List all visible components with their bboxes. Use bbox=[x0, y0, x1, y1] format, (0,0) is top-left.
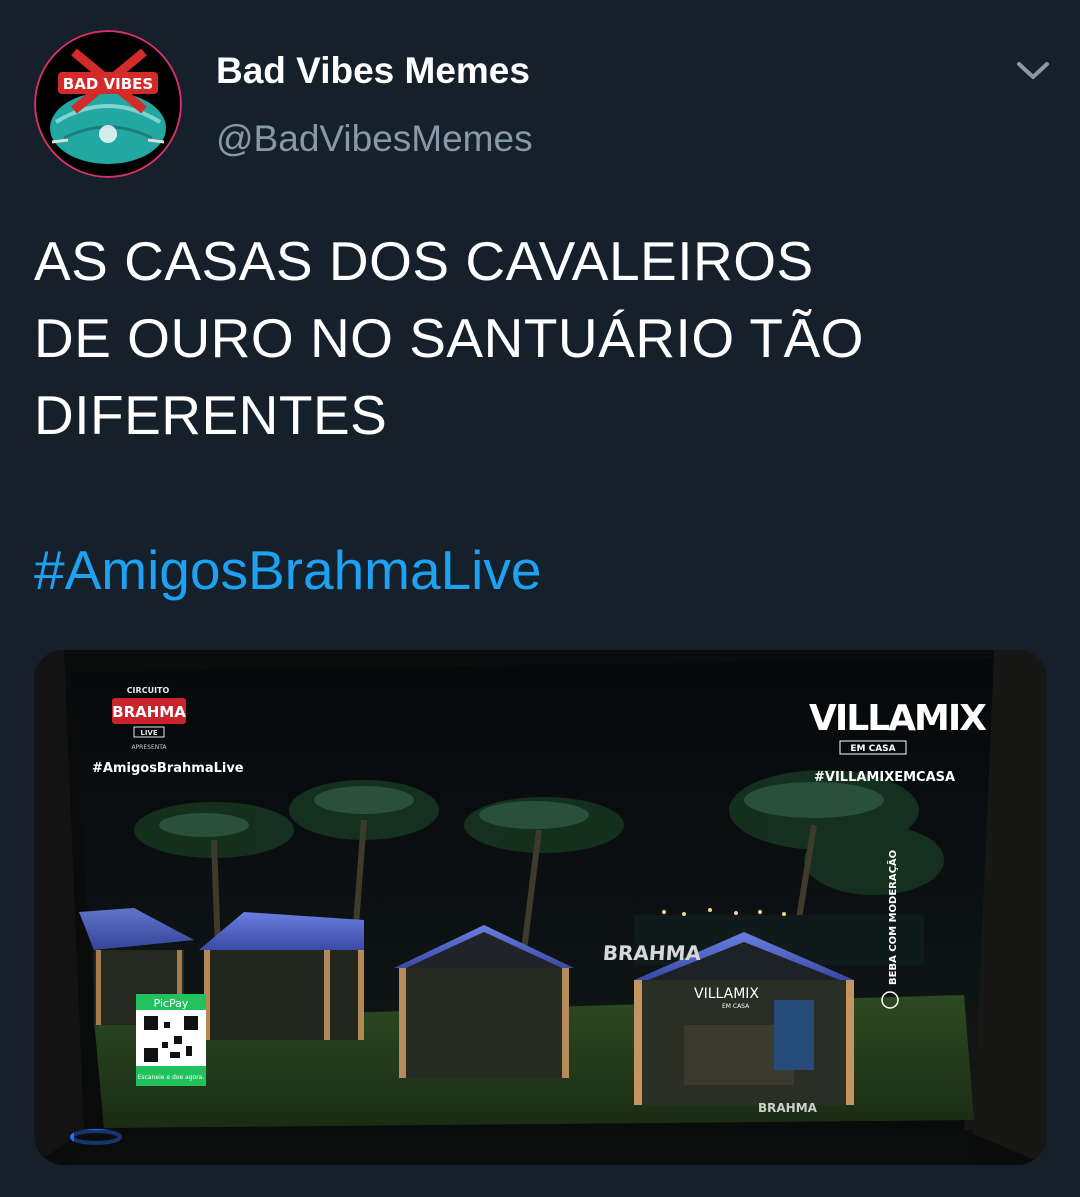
avatar[interactable]: BAD VIBES bbox=[34, 30, 182, 178]
tweet: BAD VIBES Bad Vibes Memes @BadVibesMemes… bbox=[0, 0, 1080, 1197]
tweet-text: AS CASAS DOS CAVALEIROS DE OURO NO SANTU… bbox=[34, 223, 1044, 454]
user-handle[interactable]: @BadVibesMemes bbox=[216, 118, 533, 160]
house-bottom-brahma: BRAHMA bbox=[758, 1101, 818, 1115]
tv-photo: PicPay Escaneie e doe agora. BRAHMA VILL… bbox=[34, 650, 1047, 1165]
tweet-text-line: AS CASAS DOS CAVALEIROS bbox=[34, 230, 814, 292]
brahma-logo: BRAHMA bbox=[112, 703, 186, 721]
tweet-media-photo[interactable]: PicPay Escaneie e doe agora. BRAHMA VILL… bbox=[34, 650, 1047, 1165]
tv-hashtag-right: #VILLAMIXEMCASA bbox=[814, 770, 955, 785]
avatar-label: BAD VIBES bbox=[63, 75, 153, 93]
em-casa-label: EM CASA bbox=[850, 744, 895, 754]
tweet-text-line: DE OURO NO SANTUÁRIO TÃO bbox=[34, 307, 864, 369]
side-notice: BEBA COM MODERAÇÃO bbox=[886, 850, 899, 985]
tv-hashtag-left: #AmigosBrahmaLive bbox=[92, 761, 244, 776]
villamix-logo: VILLAMIX bbox=[809, 698, 987, 739]
live-label: LIVE bbox=[140, 729, 157, 737]
chevron-down-icon[interactable] bbox=[1010, 52, 1056, 88]
circuito-label: CIRCUITO bbox=[127, 686, 170, 695]
avatar-image: BAD VIBES bbox=[34, 30, 182, 178]
house-villamix-sign: VILLAMIX bbox=[694, 986, 759, 1002]
picpay-caption: Escaneie e doe agora. bbox=[138, 1074, 205, 1081]
picpay-label: PicPay bbox=[154, 997, 189, 1010]
stage-brahma-sign: BRAHMA bbox=[602, 941, 702, 965]
house-em-casa: EM CASA bbox=[722, 1003, 750, 1010]
display-name[interactable]: Bad Vibes Memes bbox=[216, 50, 530, 92]
hashtag-link[interactable]: #AmigosBrahmaLive bbox=[34, 532, 541, 609]
tweet-text-line: DIFERENTES bbox=[34, 384, 388, 446]
apresenta-label: APRESENTA bbox=[131, 744, 167, 751]
